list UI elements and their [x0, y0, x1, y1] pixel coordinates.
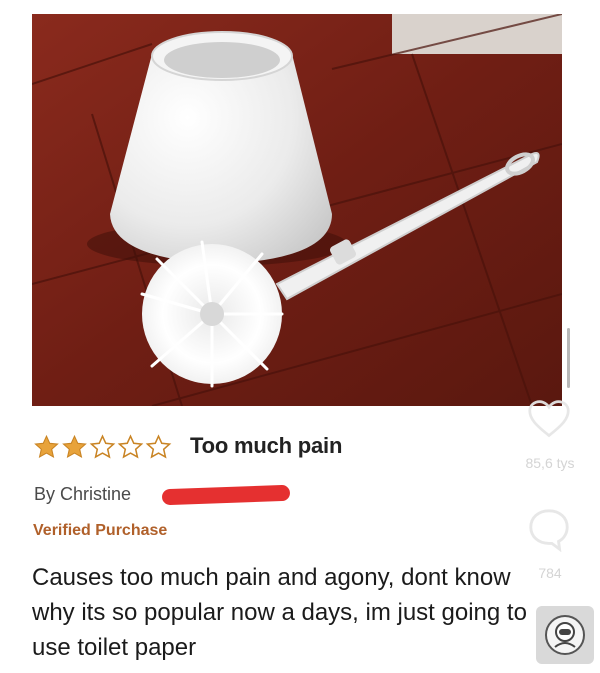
- comment-count: 784: [538, 565, 562, 581]
- toilet-brush-image: [32, 14, 562, 406]
- verified-purchase-badge: Verified Purchase: [33, 522, 168, 539]
- review-title[interactable]: Too much pain: [190, 433, 342, 459]
- redaction-mark: [161, 484, 291, 506]
- star-filled-icon: [62, 434, 87, 459]
- heart-icon[interactable]: [527, 398, 571, 440]
- scrollbar[interactable]: [567, 328, 570, 388]
- astronaut-icon: [545, 615, 585, 655]
- like-count: 85,6 tys: [525, 455, 575, 471]
- star-empty-icon: [145, 434, 172, 459]
- review-author[interactable]: By Christine: [34, 484, 131, 505]
- astronaut-disc-icon[interactable]: [536, 606, 594, 664]
- star-filled-icon: [34, 434, 59, 459]
- star-empty-icon: [117, 434, 144, 459]
- product-photo: [32, 14, 562, 406]
- comment-bubble-icon[interactable]: [526, 506, 572, 552]
- star-rating: [33, 434, 172, 460]
- star-empty-icon: [89, 434, 116, 459]
- review-body: Causes too much pain and agony, dont kno…: [32, 564, 527, 661]
